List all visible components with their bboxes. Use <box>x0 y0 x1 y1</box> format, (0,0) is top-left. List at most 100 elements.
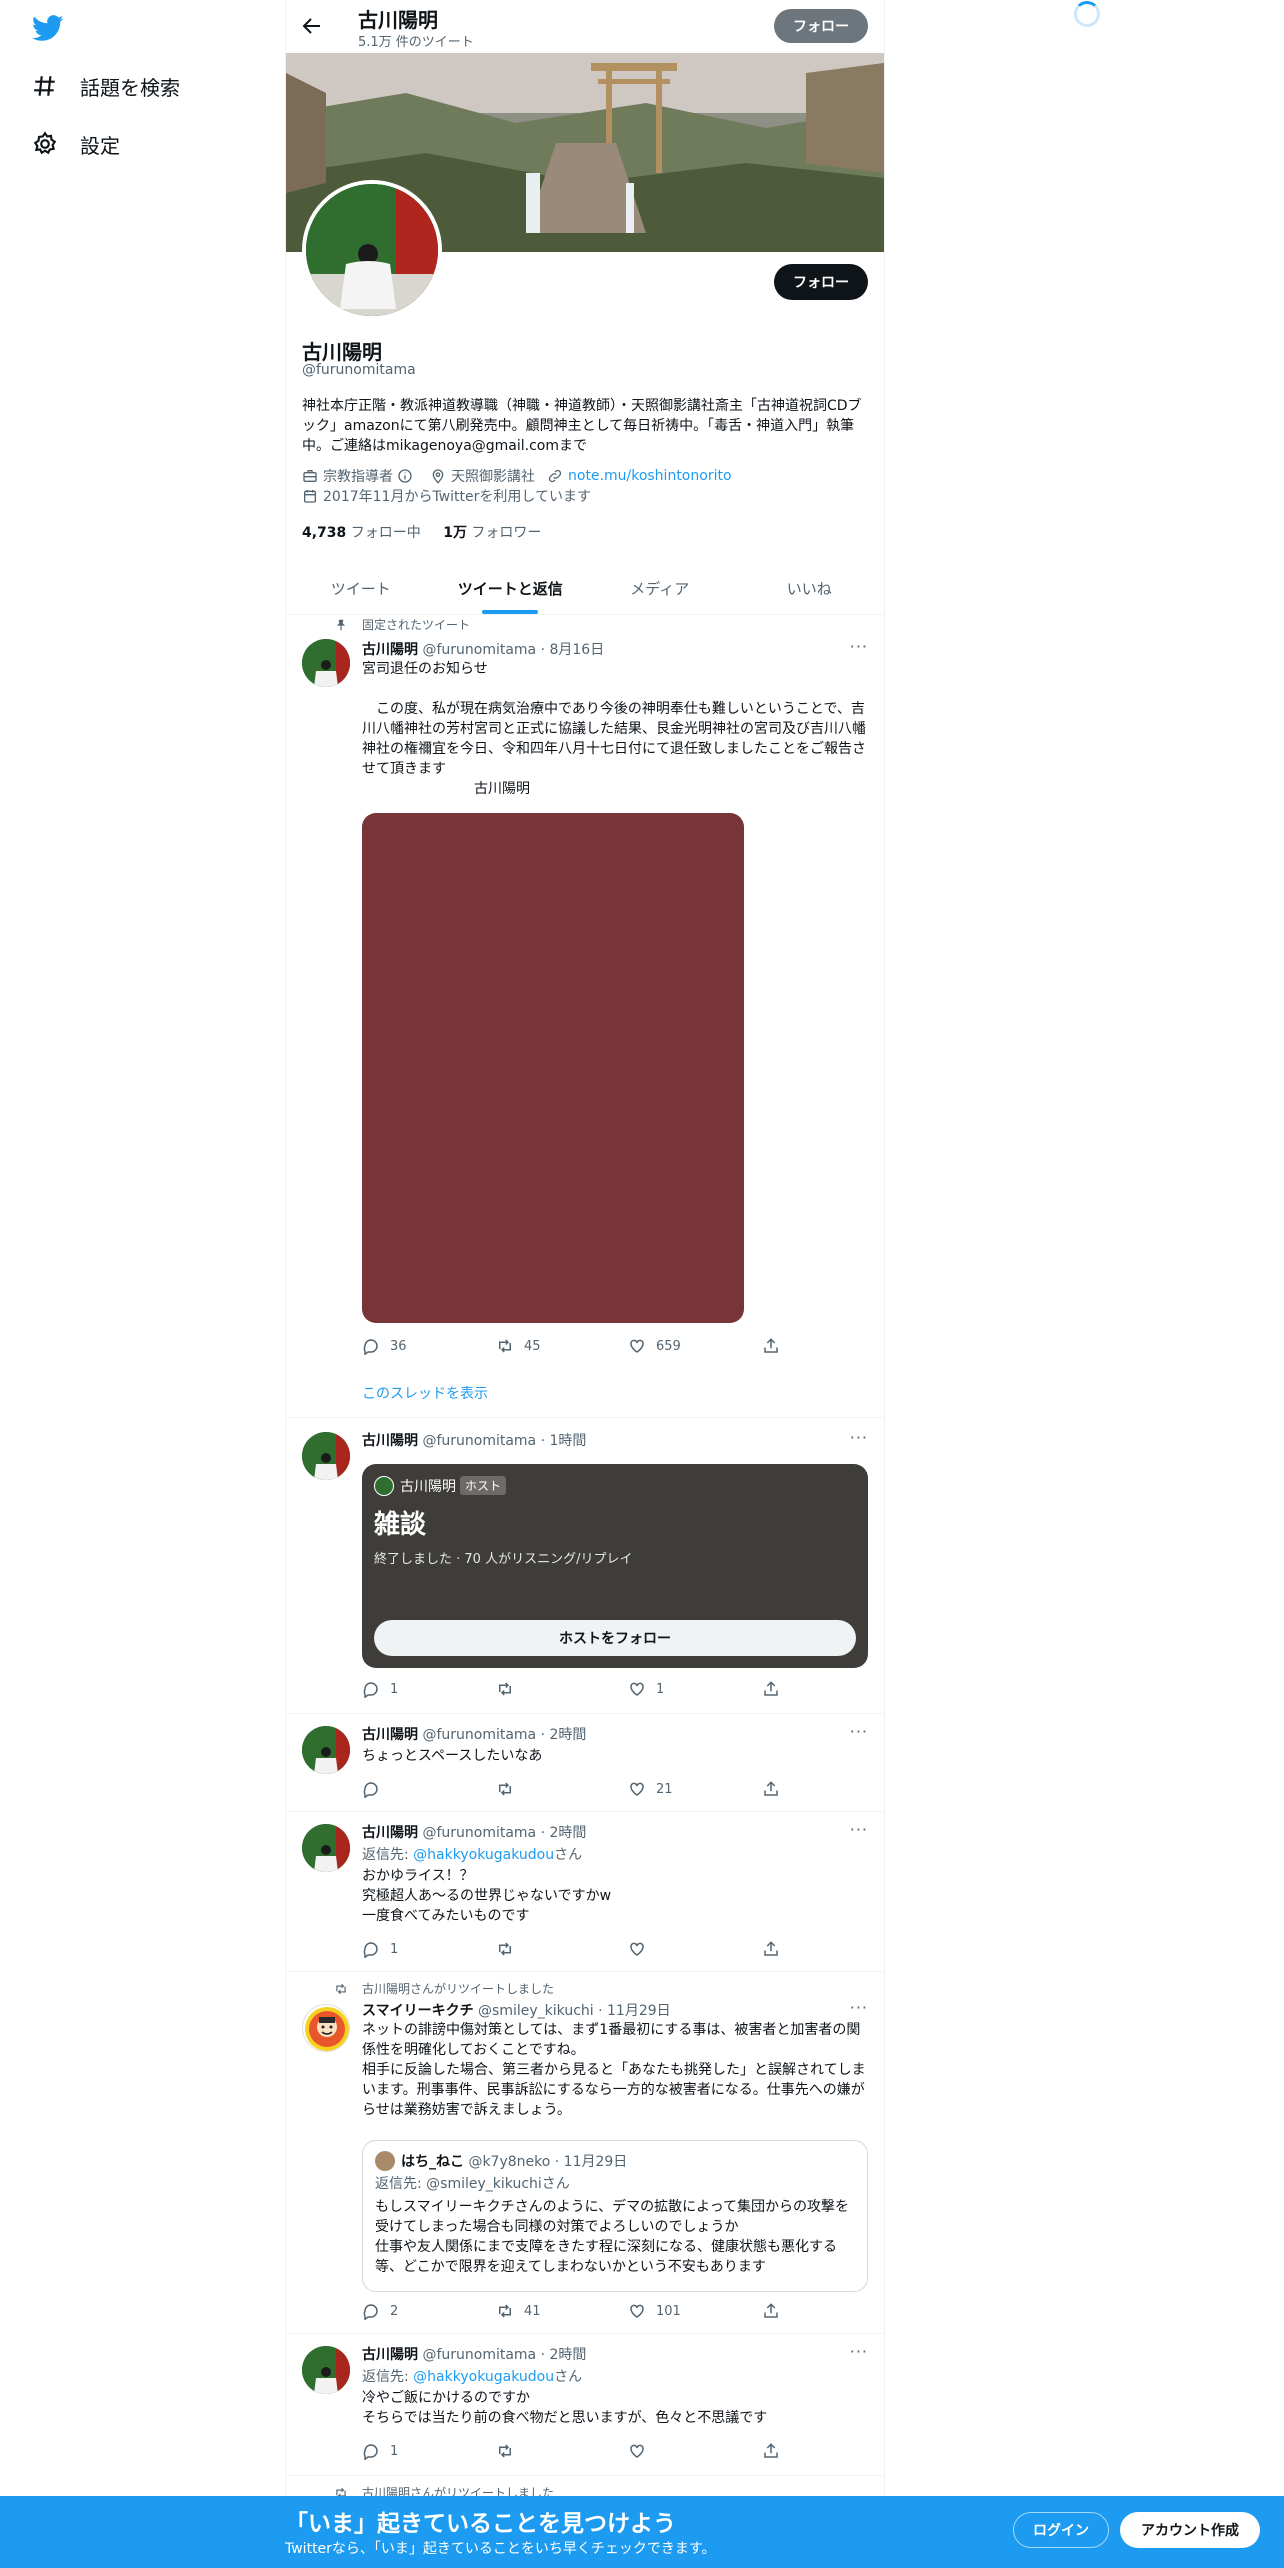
tab-tweets-and-replies[interactable]: ツイートと返信 <box>436 562 586 614</box>
reply-prefix: 返信先: <box>362 2369 414 2385</box>
nav-settings[interactable]: 設定 <box>32 124 120 164</box>
quote-header: はち_ねこ @k7y8neko · 11月29日 <box>401 2151 627 2171</box>
author-name[interactable]: 古川陽明 <box>362 642 418 658</box>
more-options-icon[interactable]: ··· <box>850 1722 868 1741</box>
author-name[interactable]: 古川陽明 <box>362 1825 418 1841</box>
quote-tweet[interactable]: はち_ねこ @k7y8neko · 11月29日 返信先: @smiley_ki… <box>362 2140 868 2292</box>
author-meta: @furunomitama · 8月16日 <box>422 642 605 658</box>
like-button[interactable] <box>628 2442 656 2460</box>
following-link[interactable]: 4,738 フォロー中 <box>302 525 421 541</box>
nav-settings-label: 設定 <box>80 133 120 158</box>
avatar[interactable] <box>302 2346 350 2394</box>
header-follow-button[interactable]: フォロー <box>774 9 868 43</box>
retweet-button[interactable] <box>496 1940 524 1958</box>
avatar[interactable] <box>302 1432 350 1480</box>
info-icon[interactable] <box>397 468 413 484</box>
author-name[interactable]: スマイリーキクチ <box>362 2003 474 2019</box>
tab-tweets[interactable]: ツイート <box>286 562 436 614</box>
share-button[interactable] <box>762 2302 790 2320</box>
reply-button[interactable]: 2 <box>362 2302 398 2320</box>
like-button[interactable]: 101 <box>628 2302 681 2320</box>
avatar[interactable] <box>302 1726 350 1774</box>
nav-explore[interactable]: 話題を検索 <box>32 66 180 106</box>
author-name[interactable]: 古川陽明 <box>362 1433 418 1449</box>
more-options-icon[interactable]: ··· <box>850 637 868 656</box>
share-button[interactable] <box>762 2442 790 2460</box>
tweet-reply[interactable]: 古川陽明 @furunomitama · 2時間 ··· 返信先: @hakky… <box>286 1812 884 1972</box>
more-options-icon[interactable]: ··· <box>850 1820 868 1839</box>
share-icon <box>764 1681 778 1696</box>
profile-website-link[interactable]: note.mu/koshintonorito <box>568 468 732 484</box>
tweet[interactable]: 古川陽明 @furunomitama · 2時間 ··· ちょっとスペースしたい… <box>286 1714 884 1812</box>
login-button[interactable]: ログイン <box>1013 2512 1109 2548</box>
author-name[interactable]: 古川陽明 <box>362 2347 418 2363</box>
author-meta: @furunomitama · 2時間 <box>422 1727 587 1743</box>
heart-icon <box>630 2304 644 2318</box>
more-options-icon[interactable]: ··· <box>850 1428 868 1447</box>
more-options-icon[interactable]: ··· <box>850 2342 868 2361</box>
avatar-image <box>302 1726 350 1774</box>
followers-link[interactable]: 1万 フォロワー <box>443 525 541 541</box>
avatar-image <box>302 1432 350 1480</box>
avatar[interactable] <box>302 1824 350 1872</box>
reply-button[interactable]: 1 <box>362 1940 398 1958</box>
retweet-button[interactable] <box>496 1680 524 1698</box>
share-button[interactable] <box>762 1780 790 1798</box>
tweet-media[interactable] <box>362 813 744 1323</box>
author-meta: @furunomitama · 2時間 <box>422 1825 587 1841</box>
like-button[interactable]: 1 <box>628 1680 664 1698</box>
retweet-icon <box>499 1942 511 1956</box>
twitter-logo-icon[interactable] <box>30 12 66 44</box>
follow-host-button[interactable]: ホストをフォロー <box>374 1620 856 1656</box>
tweet-pinned[interactable]: 固定されたツイート 古川陽明 @furunomitama · 8月16日 ···… <box>286 615 884 1418</box>
reply-button[interactable] <box>362 1780 390 1798</box>
share-button[interactable] <box>762 1940 790 1958</box>
reply-icon <box>363 1942 378 1958</box>
avatar[interactable] <box>302 2004 350 2052</box>
more-options-icon[interactable]: ··· <box>850 1998 868 2017</box>
retweet-button[interactable]: 41 <box>496 2302 541 2320</box>
signup-button[interactable]: アカウント作成 <box>1120 2512 1260 2548</box>
pinned-indicator: 固定されたツイート <box>334 616 470 633</box>
tweet-reply[interactable]: 古川陽明 @furunomitama · 2時間 ··· 返信先: @hakky… <box>286 2334 884 2476</box>
like-button[interactable] <box>628 1940 656 1958</box>
main-column: 古川陽明 5.1万 件のツイート フォロー フォロー 古川陽明 @furunom… <box>285 0 885 2568</box>
like-button[interactable]: 659 <box>628 1337 681 1355</box>
reply-button[interactable]: 1 <box>362 2442 398 2460</box>
tweet-text: ちょっとスペースしたいなあ <box>362 1748 543 1764</box>
reply-mention[interactable]: @hakkyokugakudou <box>413 1847 554 1863</box>
tab-media[interactable]: メディア <box>585 562 735 614</box>
reply-button[interactable]: 36 <box>362 1337 407 1355</box>
share-icon <box>764 1338 778 1353</box>
tweet-retweeted[interactable]: 古川陽明さんがリツイートしました スマイリーキクチ @smiley_kikuch… <box>286 1972 884 2334</box>
briefcase-icon <box>303 470 317 482</box>
share-button[interactable] <box>762 1337 790 1355</box>
banner-subtitle: Twitterなら、「いま」起きていることをいち早くチェックできます。 <box>285 2541 716 2557</box>
like-button[interactable]: 21 <box>628 1780 673 1798</box>
follow-button[interactable]: フォロー <box>774 264 868 300</box>
author-name[interactable]: 古川陽明 <box>362 1727 418 1743</box>
like-count: 101 <box>656 2303 681 2319</box>
reply-to-line: 返信先: @hakkyokugakudouさん <box>362 1844 582 1864</box>
back-arrow-icon[interactable] <box>300 14 324 38</box>
show-thread-link[interactable]: このスレッドを表示 <box>362 1383 488 1403</box>
tweet-text: おかゆライス！？ 究極超人あ〜るの世界じゃないですかw 一度食べてみたいものです <box>362 1868 612 1924</box>
gear-icon <box>33 131 57 155</box>
reply-icon <box>363 2304 378 2320</box>
tweet-header: 古川陽明 @furunomitama · 1時間 <box>362 1430 586 1450</box>
reply-mention[interactable]: @hakkyokugakudou <box>413 2369 554 2385</box>
retweet-button[interactable] <box>496 1780 524 1798</box>
space-card[interactable]: 古川陽明 ホスト 雑談 終了しました · 70 人がリスニング/リプレイ ホスト… <box>362 1464 868 1668</box>
quote-text: もしスマイリーキクチさんのように、デマの拡散によって集団からの攻撃を受けてしまっ… <box>375 2199 850 2275</box>
profile-header-bar: 古川陽明 5.1万 件のツイート フォロー <box>286 0 884 53</box>
profile-avatar[interactable] <box>302 180 442 320</box>
reply-suffix: さん <box>554 2369 583 2385</box>
tweet-space[interactable]: 古川陽明 @furunomitama · 1時間 ··· 古川陽明 ホスト 雑談… <box>286 1418 884 1714</box>
share-button[interactable] <box>762 1680 790 1698</box>
avatar[interactable] <box>302 639 350 687</box>
share-icon <box>764 1941 778 1956</box>
reply-button[interactable]: 1 <box>362 1680 398 1698</box>
tab-likes[interactable]: いいね <box>735 562 885 614</box>
retweet-button[interactable]: 45 <box>496 1337 541 1355</box>
retweet-button[interactable] <box>496 2442 524 2460</box>
